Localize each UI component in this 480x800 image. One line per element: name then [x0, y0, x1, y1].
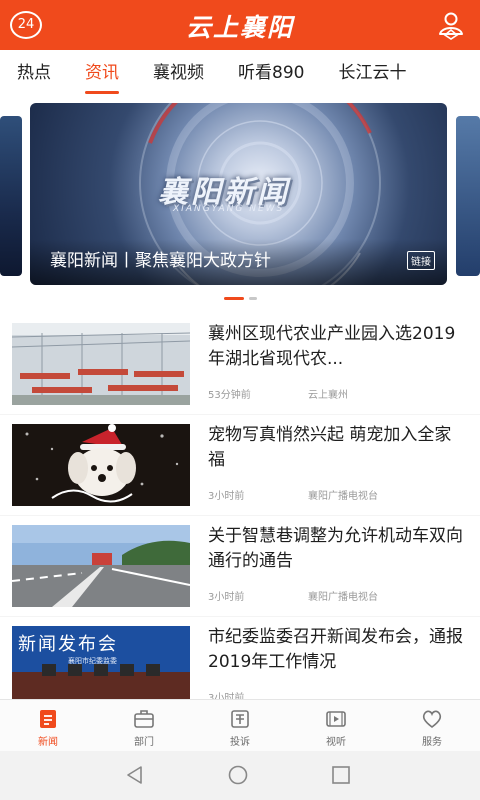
tab-listen-890[interactable]: 听看890	[221, 50, 321, 98]
news-icon	[40, 710, 56, 728]
news-time: 53分钟前	[208, 390, 251, 401]
complaint-icon	[231, 710, 249, 728]
app-title: 云上襄阳	[185, 13, 294, 42]
news-time: 3小时前	[208, 592, 245, 603]
news-source: 云上襄州	[308, 390, 348, 401]
nav-news[interactable]: 新闻	[0, 700, 96, 751]
heart-icon	[422, 710, 442, 729]
news-thumbnail-greenhouse	[12, 323, 190, 405]
tab-changjiang-cloud[interactable]: 长江云十	[321, 50, 423, 98]
nav-services[interactable]: 服务	[384, 700, 480, 751]
tabs-fade	[420, 50, 480, 98]
nav-complaints[interactable]: 投诉	[192, 700, 288, 751]
news-item[interactable]: 关于智慧巷调整为允许机动车双向通行的通告 3小时前 襄阳广播电视台	[0, 516, 480, 616]
back-icon[interactable]	[124, 764, 146, 786]
system-nav-bar	[0, 751, 480, 800]
banner-carousel: 襄阳新闻 XIANGYANG NEWS 襄阳新闻丨聚焦襄阳大政方针 链接	[0, 98, 480, 314]
banner-caption-overlay: 襄阳新闻丨聚焦襄阳大政方针 链接	[30, 239, 447, 285]
news-source: 襄阳广播电视台	[308, 592, 378, 603]
nav-label: 投诉	[230, 737, 250, 748]
briefcase-icon	[134, 710, 154, 728]
carousel-indicator	[0, 297, 480, 300]
news-item[interactable]: 新闻发布会 襄阳市纪委监委 市纪委监委召开新闻发布会，通报2019年工作情况 3…	[0, 617, 480, 699]
news-time: 3小时前	[208, 491, 245, 502]
next-slide-peek[interactable]	[456, 116, 480, 276]
press-banner-text: 新闻发布会	[18, 634, 118, 655]
press-people	[42, 664, 162, 676]
video-icon	[326, 711, 346, 727]
nav-label: 视听	[326, 737, 346, 748]
bottom-nav: 新闻 部门 投诉 视听 服务	[0, 699, 480, 751]
news-title: 市纪委监委召开新闻发布会，通报2019年工作情况	[208, 627, 463, 672]
nav-label: 新闻	[38, 737, 58, 748]
app-header: 24 云上襄阳	[0, 0, 480, 50]
news-source: 襄阳广播电视台	[308, 491, 378, 502]
screen: 24 云上襄阳 热点 资讯 襄视频 听看890 长江云十 襄阳新闻 XIANGY…	[0, 0, 480, 800]
news-thumbnail-press: 新闻发布会 襄阳市纪委监委	[12, 626, 190, 699]
previous-slide-peek[interactable]	[0, 116, 22, 276]
press-table	[12, 672, 190, 699]
news-thumbnail-pet	[12, 424, 190, 506]
news-title: 宠物写真悄然兴起 萌宠加入全家福	[208, 425, 452, 470]
banner-slide[interactable]: 襄阳新闻 XIANGYANG NEWS 襄阳新闻丨聚焦襄阳大政方针 链接	[30, 103, 447, 285]
link-badge: 链接	[407, 251, 435, 270]
nav-label: 服务	[422, 737, 442, 748]
home-icon[interactable]	[227, 764, 249, 786]
recents-icon[interactable]	[330, 764, 352, 786]
banner-caption: 襄阳新闻丨聚焦襄阳大政方针	[50, 251, 271, 271]
category-tabs: 热点 资讯 襄视频 听看890 长江云十	[0, 50, 480, 98]
news-title: 关于智慧巷调整为允许机动车双向通行的通告	[208, 526, 463, 571]
news-title: 襄州区现代农业产业园入选2019年湖北省现代农...	[208, 324, 456, 369]
news-time: 3小时前	[208, 693, 245, 699]
tab-news[interactable]: 资讯	[68, 50, 136, 98]
news-list: 襄州区现代农业产业园入选2019年湖北省现代农... 53分钟前 云上襄州 宠物…	[0, 314, 480, 699]
nav-label: 部门	[134, 737, 154, 748]
banner-logo-subtitle: XIANGYANG NEWS	[173, 204, 285, 214]
tab-hot[interactable]: 热点	[0, 50, 68, 98]
news-thumbnail-road	[12, 525, 190, 607]
nav-video[interactable]: 视听	[288, 700, 384, 751]
carousel-dot	[248, 297, 257, 300]
news-item[interactable]: 宠物写真悄然兴起 萌宠加入全家福 3小时前 襄阳广播电视台	[0, 415, 480, 515]
tab-xiang-video[interactable]: 襄视频	[136, 50, 221, 98]
carousel-dot-active	[223, 297, 244, 300]
user-icon[interactable]	[436, 10, 466, 40]
nav-departments[interactable]: 部门	[96, 700, 192, 751]
news-item[interactable]: 襄州区现代农业产业园入选2019年湖北省现代农... 53分钟前 云上襄州	[0, 314, 480, 414]
